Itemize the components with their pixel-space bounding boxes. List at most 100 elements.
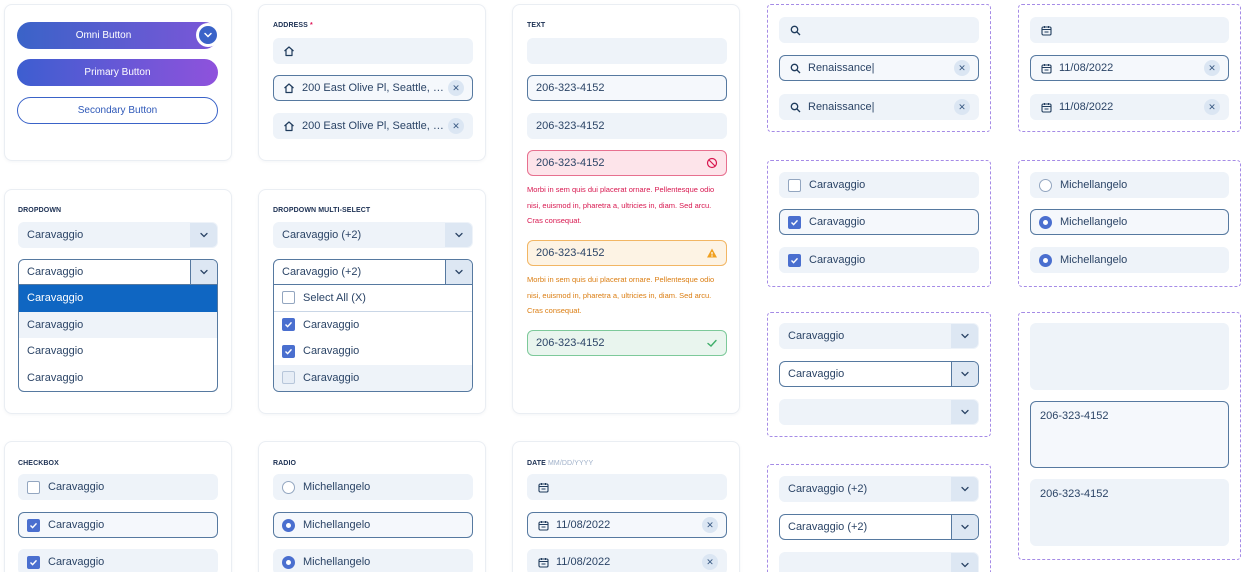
clear-icon[interactable]: ✕ — [448, 118, 464, 134]
secondary-button[interactable]: Secondary Button — [17, 97, 218, 124]
text-input-empty[interactable] — [527, 38, 727, 64]
multiselect-menu: Select All (X) Caravaggio Caravaggio Car… — [273, 285, 473, 392]
date-input-empty[interactable] — [1030, 17, 1229, 43]
radio-field[interactable]: Michellangelo — [1030, 172, 1229, 198]
checkbox-checked[interactable] — [788, 253, 801, 267]
dropdown-option[interactable]: Caravaggio — [19, 311, 217, 338]
multiselect-option[interactable]: Caravaggio — [274, 364, 472, 391]
dropdown-select[interactable]: Caravaggio — [18, 222, 218, 248]
clear-icon[interactable]: ✕ — [954, 99, 970, 115]
multiselect-select[interactable]: Caravaggio (+2) — [779, 476, 979, 502]
search-icon — [788, 61, 802, 75]
text-input-filled[interactable]: 206-323-4152 — [527, 113, 727, 139]
date-input-filled[interactable]: 11/08/2022 ✕ — [527, 549, 727, 572]
radio-button-selected[interactable] — [282, 518, 295, 532]
search-input-active[interactable]: Renaissance| ✕ — [779, 55, 979, 81]
checkbox-field[interactable]: Caravaggio — [18, 474, 218, 500]
omni-button-toggle[interactable] — [196, 23, 220, 47]
clear-icon[interactable]: ✕ — [448, 80, 464, 96]
checkbox-field-checked[interactable]: Caravaggio — [18, 549, 218, 572]
clear-icon[interactable]: ✕ — [954, 60, 970, 76]
radio-field-selected[interactable]: Michellangelo — [273, 549, 473, 572]
calendar-icon — [1039, 61, 1053, 75]
omni-button[interactable]: Omni Button — [17, 22, 220, 49]
chevron-down-icon[interactable] — [190, 260, 217, 284]
multiselect-select-empty[interactable] — [779, 552, 979, 572]
multiselect-select-active[interactable]: Caravaggio (+2) — [779, 514, 979, 540]
date-input-empty[interactable] — [527, 474, 727, 500]
textarea-active[interactable]: 206-323-4152 — [1030, 401, 1229, 468]
chevron-down-icon[interactable] — [951, 477, 978, 501]
multiselect-value: Caravaggio (+2) — [788, 521, 868, 533]
dropdown-select[interactable]: Caravaggio — [779, 323, 979, 349]
date-value: 11/08/2022 — [556, 519, 611, 531]
clear-icon[interactable]: ✕ — [702, 554, 718, 570]
radio-button[interactable] — [1039, 178, 1052, 192]
chevron-down-icon[interactable] — [445, 260, 472, 284]
dropdown-option[interactable]: Caravaggio — [19, 365, 217, 392]
dropdown-select-active[interactable]: Caravaggio — [779, 361, 979, 387]
chevron-down-icon[interactable] — [951, 400, 978, 424]
select-all-option[interactable]: Select All (X) — [274, 285, 472, 312]
dropdown-option[interactable]: Caravaggio — [19, 338, 217, 365]
checkbox-label: Caravaggio — [48, 556, 105, 568]
search-input-empty[interactable] — [779, 17, 979, 43]
chevron-down-icon[interactable] — [951, 553, 978, 572]
radio-field-active[interactable]: Michellangelo — [273, 512, 473, 538]
checkbox-checked[interactable] — [282, 318, 295, 332]
multiselect-value: Caravaggio (+2) — [282, 229, 362, 241]
checkbox-checked[interactable] — [788, 215, 801, 229]
date-value: 11/08/2022 — [1059, 101, 1114, 113]
multiselect-option[interactable]: Caravaggio — [274, 312, 472, 339]
radio-button[interactable] — [282, 480, 295, 494]
chevron-down-icon[interactable] — [951, 515, 978, 539]
radio-button-selected[interactable] — [282, 555, 295, 569]
clear-icon[interactable]: ✕ — [1204, 60, 1220, 76]
search-value: Renaissance| — [808, 62, 875, 74]
date-input-filled[interactable]: 11/08/2022 ✕ — [1030, 94, 1229, 120]
chevron-down-icon[interactable] — [951, 324, 978, 348]
date-input-active[interactable]: 11/08/2022 ✕ — [527, 512, 727, 538]
dropdown-select-open[interactable]: Caravaggio — [18, 259, 218, 285]
radio-field[interactable]: Michellangelo — [273, 474, 473, 500]
text-input-warning[interactable]: 206-323-4152 — [527, 240, 727, 266]
checkbox[interactable] — [282, 291, 295, 305]
clear-icon[interactable]: ✕ — [1204, 99, 1220, 115]
text-input-success[interactable]: 206-323-4152 — [527, 330, 727, 356]
checkbox-field-active[interactable]: Caravaggio — [18, 512, 218, 538]
chevron-down-icon[interactable] — [951, 362, 978, 386]
radio-field-active[interactable]: Michellangelo — [1030, 209, 1229, 235]
chevron-down-icon[interactable] — [445, 223, 472, 247]
checkbox-field-checked[interactable]: Caravaggio — [779, 247, 979, 273]
radio-field-selected[interactable]: Michellangelo — [1030, 247, 1229, 273]
text-input-error[interactable]: 206-323-4152 — [527, 150, 727, 176]
textarea-filled[interactable]: 206-323-4152 — [1030, 479, 1229, 546]
address-input-active[interactable]: 200 East Olive Pl, Seattle, WA 98102 ✕ — [273, 75, 473, 101]
checkbox-field-active[interactable]: Caravaggio — [779, 209, 979, 235]
checkbox-checked[interactable] — [282, 344, 295, 358]
primary-button[interactable]: Primary Button — [17, 59, 218, 86]
checkbox[interactable] — [282, 371, 295, 385]
checkbox-field[interactable]: Caravaggio — [779, 172, 979, 198]
checkbox-label: Caravaggio — [809, 179, 866, 191]
dropdown-option[interactable]: Caravaggio — [19, 285, 217, 312]
chevron-down-icon[interactable] — [190, 223, 217, 247]
clear-icon[interactable]: ✕ — [702, 517, 718, 533]
checkbox-checked[interactable] — [27, 518, 40, 532]
search-input-filled[interactable]: Renaissance| ✕ — [779, 94, 979, 120]
dropdown-select-empty[interactable] — [779, 399, 979, 425]
checkbox-checked[interactable] — [27, 555, 40, 569]
radio-button-selected[interactable] — [1039, 253, 1052, 267]
checkbox[interactable] — [788, 178, 801, 192]
radio-label: Michellangelo — [303, 519, 371, 531]
multiselect-option[interactable]: Caravaggio — [274, 338, 472, 365]
multiselect-select[interactable]: Caravaggio (+2) — [273, 222, 473, 248]
date-input-active[interactable]: 11/08/2022 ✕ — [1030, 55, 1229, 81]
address-input-filled[interactable]: 200 East Olive Pl, Seattle, WA 98102 ✕ — [273, 113, 473, 139]
checkbox[interactable] — [27, 480, 40, 494]
textarea-empty[interactable] — [1030, 323, 1229, 390]
text-input-active[interactable]: 206-323-4152 — [527, 75, 727, 101]
multiselect-select-open[interactable]: Caravaggio (+2) — [273, 259, 473, 285]
radio-button-selected[interactable] — [1039, 215, 1052, 229]
address-input-empty[interactable] — [273, 38, 473, 64]
